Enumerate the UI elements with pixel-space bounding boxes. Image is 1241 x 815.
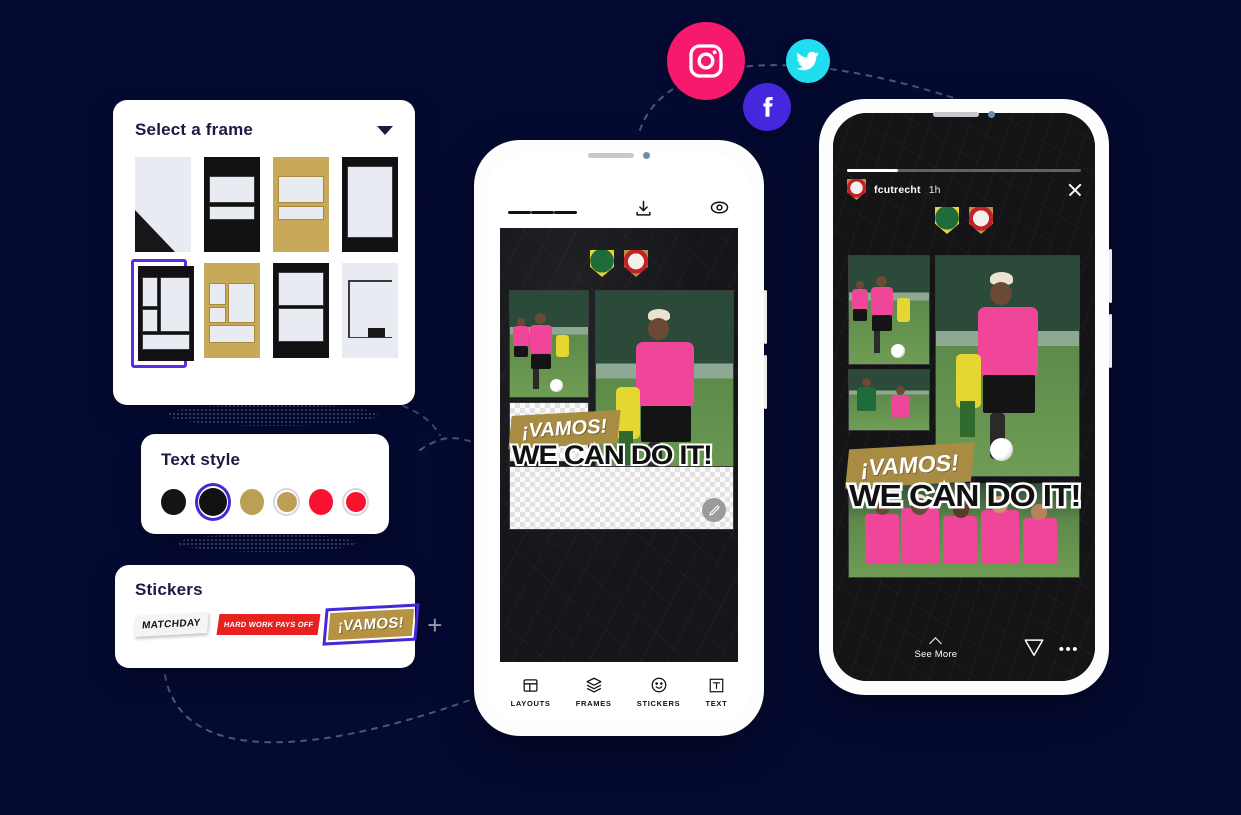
frame-thumb-5-selected[interactable] — [131, 259, 194, 368]
frame-thumb-8[interactable] — [342, 263, 398, 364]
editor-canvas-wrap: ¡VAMOS! WE CAN DO IT! — [488, 228, 750, 662]
ado-den-haag-crest-icon — [590, 250, 614, 277]
story-username[interactable]: fcutrecht — [874, 184, 921, 196]
editor-bottom-nav: LAYOUTS FRAMES STICKERS TEXT — [488, 662, 750, 722]
story-header: fcutrecht 1h — [847, 179, 1083, 200]
hamburger-menu-icon[interactable] — [508, 207, 577, 218]
story-progress-bar[interactable] — [847, 169, 1081, 172]
front-camera — [643, 152, 650, 159]
nav-text-label: TEXT — [705, 698, 728, 708]
panel-dot-shadow — [178, 534, 356, 552]
swatch-gold[interactable] — [239, 489, 265, 515]
text-color-swatches — [161, 483, 369, 521]
twitter-icon[interactable] — [786, 39, 830, 83]
story-timestamp: 1h — [928, 183, 941, 196]
frame-panel-header: Select a frame — [135, 120, 393, 140]
frame-thumb-1[interactable] — [135, 157, 191, 252]
story-preview-phone: fcutrecht 1h ¡VAMOS! WE CAN DO IT! See M… — [819, 99, 1112, 695]
phone-side-button — [1109, 314, 1112, 368]
sticker-matchday[interactable]: MATCHDAY — [134, 612, 209, 637]
fc-utrecht-avatar-icon[interactable] — [847, 179, 866, 200]
phone-side-button — [1109, 249, 1112, 303]
phone-notch — [933, 111, 995, 118]
text-style-title: Text style — [161, 450, 241, 469]
nav-layouts-label: LAYOUTS — [510, 698, 551, 708]
swatch-black-small[interactable] — [161, 489, 186, 515]
nav-frames-label: FRAMES — [575, 699, 612, 708]
pencil-edit-icon[interactable] — [702, 498, 726, 522]
eye-icon[interactable] — [709, 197, 730, 218]
frame-thumb-7[interactable] — [273, 263, 329, 364]
sticker-hard-work[interactable]: HARD WORK PAYS OFF — [216, 614, 321, 635]
fc-utrecht-crest-icon — [624, 250, 648, 277]
crest-pair — [590, 250, 648, 277]
instagram-icon[interactable] — [667, 22, 745, 100]
swatch-red-outline[interactable] — [342, 488, 369, 516]
story-photo-mid-left — [848, 369, 930, 431]
more-options-icon[interactable]: ••• — [1059, 642, 1079, 657]
sticker-list: MATCHDAY HARD WORK PAYS OFF ¡VAMOS! + — [134, 602, 442, 647]
story-headline-text: WE CAN DO IT! — [846, 476, 1084, 516]
download-icon[interactable] — [634, 199, 653, 218]
earpiece-speaker — [588, 153, 634, 158]
ado-den-haag-crest-icon — [935, 207, 959, 234]
stickers-title: Stickers — [135, 580, 203, 599]
app-mockup-scene: Select a frame Text style Stickers MATCH… — [0, 0, 1241, 815]
front-camera — [988, 111, 995, 118]
chevron-down-icon[interactable] — [377, 125, 393, 135]
stickers-panel: Stickers MATCHDAY HARD WORK PAYS OFF ¡VA… — [115, 565, 442, 668]
earpiece-speaker — [933, 112, 979, 117]
story-footer: See More ••• — [833, 636, 1095, 663]
nav-stickers[interactable]: STICKERS — [637, 676, 681, 708]
swatch-black-large-selected[interactable] — [194, 483, 231, 521]
fc-utrecht-crest-icon — [969, 207, 993, 234]
empty-photo-slot-bottom[interactable] — [509, 466, 734, 530]
select-a-frame-panel: Select a frame — [113, 100, 415, 405]
canvas-headline-text[interactable]: WE CAN DO IT! — [510, 438, 715, 472]
story-photo-top-left — [848, 255, 930, 365]
nav-text[interactable]: TEXT — [705, 677, 727, 708]
collage-photo-top-left[interactable] — [509, 290, 589, 398]
editor-canvas[interactable]: ¡VAMOS! WE CAN DO IT! — [500, 228, 738, 662]
frame-panel-title: Select a frame — [135, 120, 254, 139]
frame-thumb-2[interactable] — [204, 157, 260, 252]
panel-dot-shadow — [168, 404, 378, 426]
phone-side-button — [764, 290, 767, 344]
story-screen: fcutrecht 1h ¡VAMOS! WE CAN DO IT! See M… — [833, 113, 1095, 681]
story-crest-pair — [935, 207, 993, 234]
editor-screen: ¡VAMOS! WE CAN DO IT! LAYOUTS FRAMES STI… — [488, 154, 750, 722]
frame-thumb-3[interactable] — [273, 157, 329, 252]
frame-thumb-6[interactable] — [204, 263, 260, 364]
swatch-gold-outline[interactable] — [273, 488, 300, 516]
nav-frames[interactable]: FRAMES — [576, 676, 612, 708]
text-style-panel: Text style — [141, 434, 389, 534]
send-paper-plane-icon[interactable] — [1023, 636, 1045, 663]
add-sticker-button[interactable]: + — [423, 612, 446, 638]
story-progress-fill — [847, 169, 899, 172]
phone-notch — [588, 152, 650, 159]
close-icon[interactable] — [1067, 182, 1083, 198]
frame-thumb-4[interactable] — [342, 157, 398, 252]
see-more-label: See More — [914, 649, 958, 660]
frame-grid — [131, 157, 398, 368]
swatch-red[interactable] — [308, 489, 334, 515]
sticker-vamos-selected[interactable]: ¡VAMOS! — [322, 602, 420, 647]
chevron-up-icon — [929, 637, 943, 650]
see-more-button[interactable]: See More — [914, 637, 958, 660]
phone-side-button — [764, 355, 767, 409]
nav-stickers-label: STICKERS — [636, 699, 681, 708]
facebook-icon[interactable] — [743, 83, 791, 131]
editor-phone: ¡VAMOS! WE CAN DO IT! LAYOUTS FRAMES STI… — [474, 140, 767, 736]
nav-layouts[interactable]: LAYOUTS — [511, 677, 551, 708]
editor-toolbar — [488, 154, 750, 228]
